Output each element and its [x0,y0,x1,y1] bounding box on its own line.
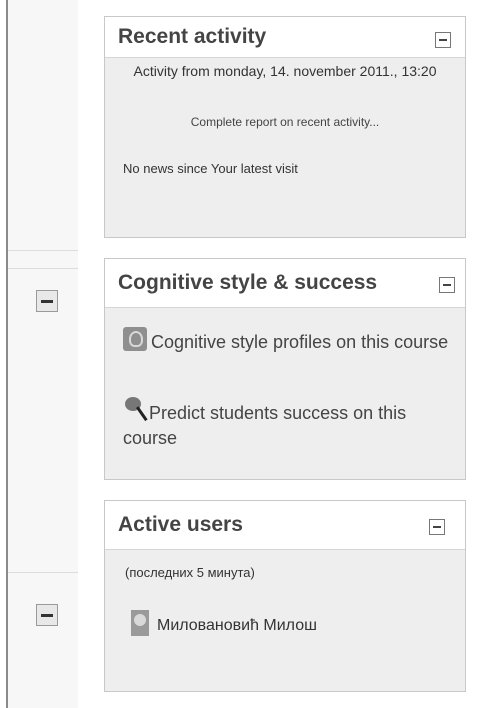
recent-activity-block: Recent activity Activity from monday, 14… [104,16,466,238]
block-header: Active users [105,501,465,550]
cognitive-profiles-label: Cognitive style profiles on this course [151,332,449,352]
block-title: Recent activity [118,25,267,48]
no-news-text: No news since Your latest visit [123,161,298,176]
magnifier-icon [123,397,145,423]
cognitive-profiles-link[interactable]: Cognitive style profiles on this course [123,327,453,355]
avatar [131,610,149,636]
active-user-item[interactable]: Миловановић Милош [131,610,317,636]
left-column [8,0,78,708]
predict-success-link[interactable]: Predict students success on this course [123,397,453,451]
collapse-icon[interactable] [429,519,445,535]
section-divider [8,572,78,573]
section-collapse-button[interactable] [36,604,58,626]
cognitive-style-block: Cognitive style & success Cognitive styl… [104,258,466,480]
period-note: (последних 5 минута) [125,565,255,580]
block-header: Cognitive style & success [105,259,465,308]
collapse-icon[interactable] [435,32,451,48]
full-report-link[interactable]: Complete report on recent activity... [105,115,465,129]
block-title: Cognitive style & success [118,271,378,294]
block-header: Recent activity [105,17,465,58]
section-collapse-button[interactable] [36,290,58,312]
activity-since-text: Activity from monday, 14. november 2011.… [133,63,437,79]
collapse-icon[interactable] [439,277,455,293]
section-divider [8,268,78,269]
user-name: Миловановић Милош [157,617,317,634]
brain-icon [123,327,147,351]
block-title: Active users [118,513,243,536]
predict-success-label: Predict students success on this course [123,403,407,448]
active-users-block: Active users (последних 5 минута) Милова… [104,500,466,692]
section-divider [8,250,78,251]
